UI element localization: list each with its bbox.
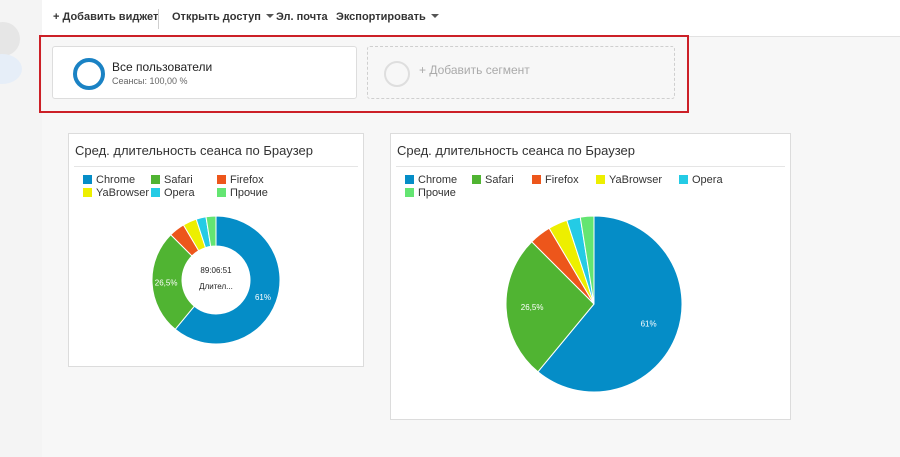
donut-chart: 61% 26,5% 89:06:51 Длител...: [151, 215, 281, 345]
legend-item[interactable]: Chrome: [83, 174, 135, 186]
dashboard-toolbar: + Добавить виджет Открыть доступ Эл. поч…: [42, 0, 900, 37]
widget-pie: Сред. длительность сеанса по Браузер Chr…: [390, 133, 791, 420]
pie-slice-chrome[interactable]: [537, 215, 683, 393]
donut-slice-firefox[interactable]: [170, 224, 200, 257]
legend-label: Opera: [692, 174, 723, 186]
legend-label: YaBrowser: [96, 187, 149, 199]
legend-item[interactable]: Прочие: [405, 187, 456, 199]
legend-item[interactable]: Прочие: [217, 187, 268, 199]
slice-data-label: 26,5%: [155, 278, 178, 287]
export-label: Экспортировать: [336, 11, 426, 23]
legend-label: Chrome: [418, 174, 458, 186]
legend-swatch: [596, 175, 605, 184]
legend-swatch: [151, 175, 160, 184]
donut-center-value: 89:06:51: [200, 266, 232, 275]
legend-label: YaBrowser: [609, 174, 662, 186]
caret-down-icon: [265, 14, 274, 18]
legend-label: Firefox: [230, 174, 264, 186]
pie-slice-opera[interactable]: [566, 216, 595, 305]
rail-highlight-shape: [0, 54, 22, 84]
legend-swatch: [83, 188, 92, 197]
widget-divider: [74, 166, 358, 167]
legend-label: Safari: [485, 174, 514, 186]
pie-slice-yabrowser[interactable]: [548, 219, 595, 305]
segment-ring-icon: [73, 58, 105, 90]
legend-item[interactable]: Opera: [679, 174, 723, 186]
legend-item[interactable]: YaBrowser: [83, 187, 149, 199]
add-widget-button[interactable]: + Добавить виджет: [53, 11, 158, 23]
legend-item[interactable]: Opera: [151, 187, 195, 199]
legend-item[interactable]: Chrome: [405, 174, 457, 186]
slice-data-label: 26,5%: [521, 303, 544, 312]
widget-title: Сред. длительность сеанса по Браузер: [75, 143, 313, 158]
share-dropdown[interactable]: Открыть доступ: [172, 11, 274, 23]
add-segment-button[interactable]: + Добавить сегмент: [367, 46, 675, 99]
legend-swatch: [151, 188, 160, 197]
segment-subtitle: Сеансы: 100,00 %: [112, 76, 188, 86]
legend-item[interactable]: Firefox: [532, 174, 579, 186]
legend-label: Firefox: [545, 174, 579, 186]
legend-label: Прочие: [230, 187, 268, 199]
legend-swatch: [679, 175, 688, 184]
left-rail: [0, 0, 42, 457]
legend-item[interactable]: Firefox: [217, 174, 264, 186]
legend-swatch: [405, 188, 414, 197]
legend-label: Прочие: [418, 187, 456, 199]
donut-slice-safari[interactable]: [151, 234, 196, 331]
add-segment-label: + Добавить сегмент: [419, 63, 530, 77]
legend-swatch: [217, 175, 226, 184]
donut-slice-chrome[interactable]: [174, 215, 281, 345]
email-button[interactable]: Эл. почта: [276, 11, 328, 23]
empty-ring-icon: [384, 61, 410, 87]
donut-hole: [182, 246, 250, 314]
legend-label: Opera: [164, 187, 195, 199]
donut-slice-прочие[interactable]: [205, 215, 217, 247]
pie-slice-прочие[interactable]: [579, 215, 595, 305]
pie-slice-firefox[interactable]: [531, 227, 595, 305]
legend-label: Chrome: [96, 174, 136, 186]
legend-swatch: [83, 175, 92, 184]
legend-item[interactable]: Safari: [472, 174, 514, 186]
toolbar-divider: [158, 9, 159, 29]
legend-swatch: [405, 175, 414, 184]
slice-data-label: 61%: [641, 320, 657, 329]
dashboard-content: + Добавить виджет Открыть доступ Эл. поч…: [39, 0, 900, 457]
legend-swatch: [217, 188, 226, 197]
caret-down-icon: [430, 14, 439, 18]
legend-swatch: [532, 175, 541, 184]
legend-item[interactable]: Safari: [151, 174, 193, 186]
segment-title: Все пользователи: [112, 60, 213, 74]
legend-swatch: [472, 175, 481, 184]
widget-donut: Сред. длительность сеанса по Браузер Chr…: [68, 133, 364, 367]
widget-divider: [396, 166, 785, 167]
share-label: Открыть доступ: [172, 11, 261, 23]
segment-all-users[interactable]: Все пользователи Сеансы: 100,00 %: [52, 46, 357, 99]
export-dropdown[interactable]: Экспортировать: [336, 11, 439, 23]
legend-label: Safari: [164, 174, 193, 186]
legend-item[interactable]: YaBrowser: [596, 174, 662, 186]
donut-slice-yabrowser[interactable]: [182, 218, 207, 252]
pie-slice-safari[interactable]: [505, 241, 595, 373]
slice-data-label: 61%: [255, 293, 271, 302]
donut-center-label: Длител...: [199, 282, 233, 291]
widget-title: Сред. длительность сеанса по Браузер: [397, 143, 635, 158]
donut-slice-opera[interactable]: [195, 216, 212, 249]
rail-avatar-shape: [0, 22, 20, 56]
